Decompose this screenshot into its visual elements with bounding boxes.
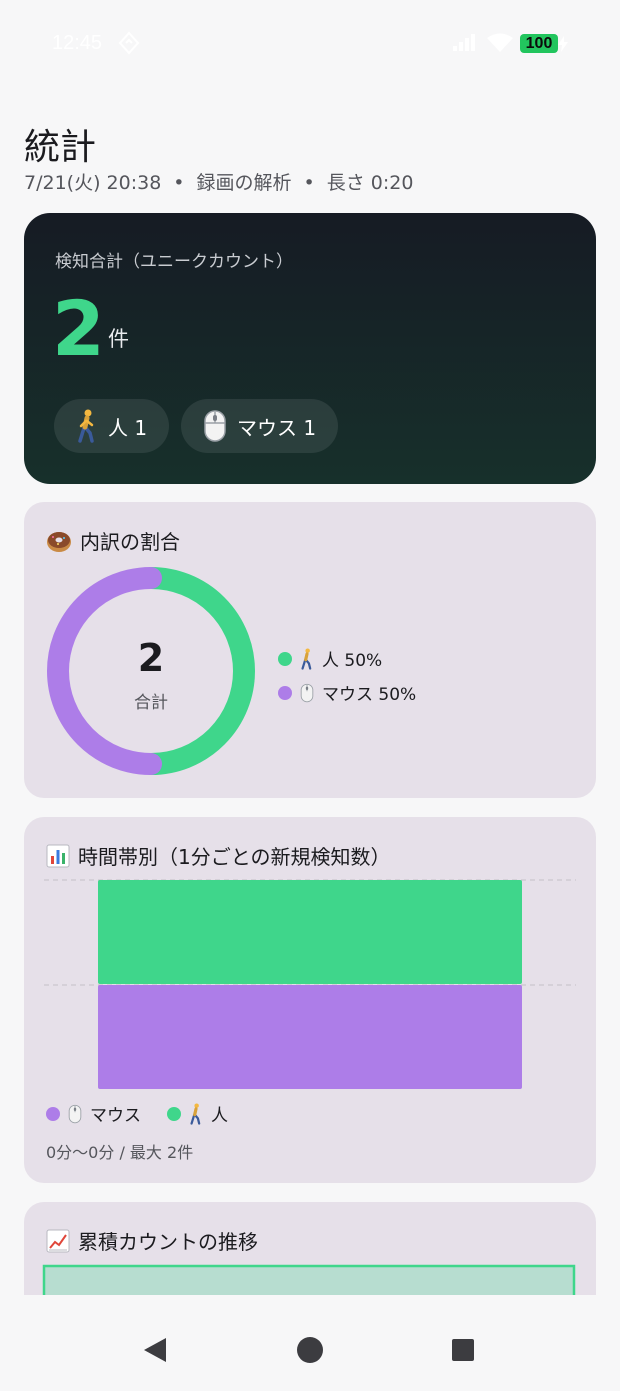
status-time: 12:45 (52, 32, 103, 54)
separator-dot: • (173, 172, 185, 194)
summary-unit: 件 (108, 327, 129, 351)
person-count-chip[interactable]: 人 1 (54, 399, 169, 453)
person-walking-icon (190, 1103, 201, 1125)
hourly-legend-person: 人 (211, 1106, 228, 1126)
hourly-title-text: 時間帯別（1分ごとの新規検知数） (78, 845, 391, 869)
legend-dot (46, 1106, 60, 1121)
hourly-bar-chart (44, 879, 576, 1089)
legend-dot (167, 1106, 181, 1121)
cumulative-title-text: 累積カウントの推移 (78, 1230, 258, 1254)
hourly-footer: 0分〜0分 / 最大 2件 (46, 1143, 194, 1162)
donut-center-value: 2 (137, 636, 165, 680)
person-walking-icon (301, 648, 312, 670)
page-subtitle: 7/21(火) 20:38 • 録画の解析 • 長さ 0:20 (24, 168, 413, 195)
person-walking-icon (78, 409, 94, 443)
mouse-count-chip[interactable]: マウス 1 (181, 399, 338, 453)
bar-segment-人 (98, 880, 522, 984)
bar-segment-マウス (98, 985, 522, 1089)
hourly-title: 時間帯別（1分ごとの新規検知数） (46, 841, 391, 870)
donut-center-label: 合計 (134, 693, 168, 713)
home-icon[interactable] (296, 1336, 324, 1364)
location-icon (118, 31, 140, 55)
person-count-label: 人 1 (108, 415, 148, 440)
back-icon[interactable] (142, 1336, 168, 1364)
summary-label: 検知合計（ユニークカウント） (55, 252, 293, 272)
charging-icon (558, 36, 568, 52)
record-source: 録画の解析 (196, 172, 292, 194)
bar-chart-icon (46, 844, 70, 867)
record-duration: 長さ 0:20 (326, 172, 414, 194)
breakdown-title: 内訳の割合 (46, 526, 180, 555)
separator-dot: • (303, 172, 315, 194)
battery-indicator: 100 (520, 34, 558, 53)
record-date: 7/21(火) 20:38 (24, 172, 162, 194)
legend-label-mouse: マウス 50% (322, 685, 417, 705)
summary-card: 検知合計（ユニークカウント） 2 件 人 1 マウス 1 (24, 213, 596, 484)
legend-dot (278, 685, 292, 700)
breakdown-title-text: 内訳の割合 (80, 530, 180, 554)
recents-icon[interactable] (451, 1338, 475, 1362)
legend-item-mouse: マウス 50% (278, 680, 416, 705)
mouse-icon (204, 410, 226, 442)
legend-dot (278, 651, 292, 666)
legend-label-person: 人 50% (322, 651, 383, 671)
status-bar: 12:45 100 (0, 0, 620, 88)
hourly-legend-mouse: マウス (90, 1106, 141, 1126)
donut-icon (47, 531, 71, 552)
mouse-icon (68, 1104, 82, 1123)
trend-chart-icon (46, 1229, 70, 1252)
hourly-card: 時間帯別（1分ごとの新規検知数） マウス 人 0分〜0分 / 最大 2件 (24, 817, 596, 1183)
hourly-legend: マウス 人 (46, 1101, 228, 1126)
breakdown-card: 内訳の割合 2 合計 人 50% マウス 50% (24, 502, 596, 798)
navigation-bar (0, 1295, 620, 1391)
legend-item-person: 人 50% (278, 646, 382, 671)
mouse-count-label: マウス 1 (237, 415, 317, 440)
summary-count: 2 (52, 284, 105, 373)
cumulative-title: 累積カウントの推移 (46, 1226, 258, 1255)
page-title: 統計 (24, 127, 97, 168)
signal-icon (453, 34, 475, 51)
wifi-icon (487, 33, 513, 52)
mouse-icon (300, 683, 314, 702)
